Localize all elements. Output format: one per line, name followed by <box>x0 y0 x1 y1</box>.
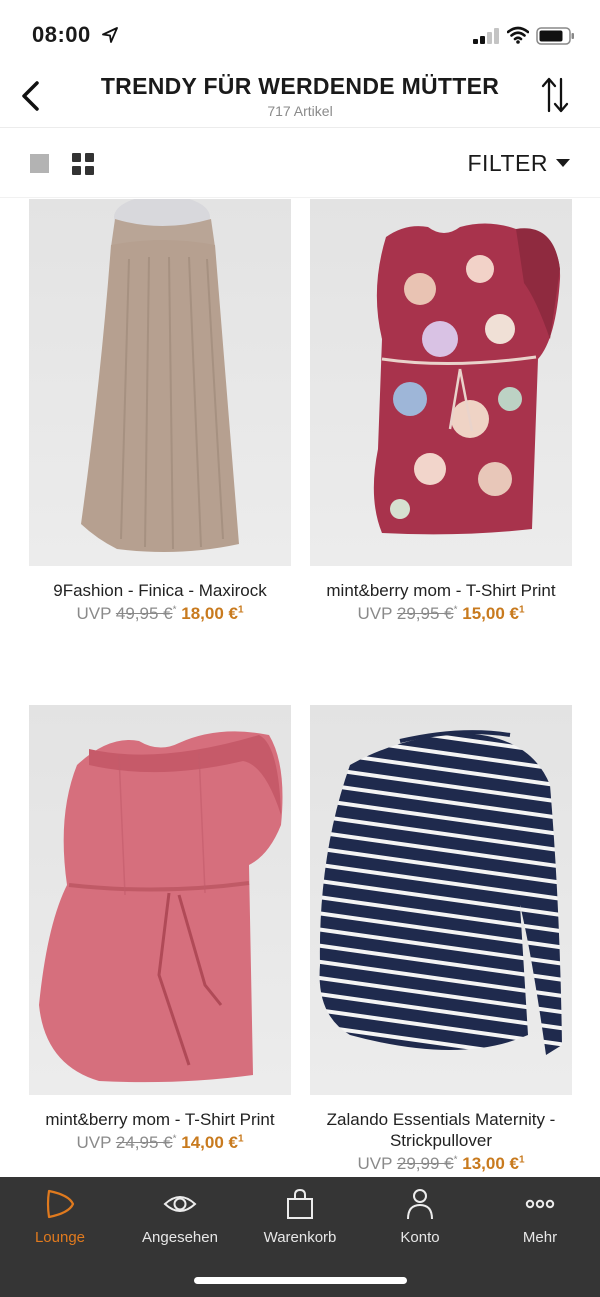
product-card[interactable]: mint&berry mom - T-Shirt Print UVP 29,95… <box>310 199 572 624</box>
page-header: TRENDY FÜR WERDENDE MÜTTER 717 Artikel <box>0 66 600 128</box>
old-price-footnote: * <box>172 604 177 616</box>
sort-button[interactable] <box>538 74 572 116</box>
bag-icon <box>287 1188 313 1219</box>
price-row: UVP 49,95 €* 18,00 €1 <box>29 604 291 624</box>
price-row: UVP 29,99 €* 13,00 €1 <box>310 1154 572 1174</box>
uvp-label: UVP <box>76 1133 112 1152</box>
old-price: 29,95 € <box>396 604 454 623</box>
nav-label: Angesehen <box>142 1229 218 1246</box>
eye-icon <box>163 1196 197 1212</box>
product-image[interactable] <box>29 705 291 1095</box>
sale-price-footnote: 1 <box>518 604 525 616</box>
nav-label: Konto <box>400 1229 440 1246</box>
sale-price-footnote: 1 <box>237 604 244 616</box>
sale-price-footnote: 1 <box>518 1154 525 1166</box>
nav-label: Lounge <box>34 1229 86 1246</box>
uvp-label: UVP <box>76 604 112 623</box>
nav-item-mehr[interactable]: Mehr <box>480 1187 600 1257</box>
product-grid: 9Fashion - Finica - Maxirock UVP 49,95 €… <box>0 199 600 1177</box>
sale-price: 18,00 € <box>181 604 238 623</box>
page-title: TRENDY FÜR WERDENDE MÜTTER <box>100 73 500 99</box>
nav-item-angesehen[interactable]: Angesehen <box>120 1187 240 1257</box>
old-price-footnote: * <box>172 1133 177 1145</box>
location-arrow-icon <box>102 27 118 43</box>
sort-arrows-icon <box>541 77 569 113</box>
sale-price: 13,00 € <box>462 1154 519 1173</box>
article-count: 717 Artikel <box>267 103 333 119</box>
uvp-label: UVP <box>357 1154 393 1173</box>
nav-item-konto[interactable]: Konto <box>360 1187 480 1257</box>
sale-price-footnote: 1 <box>237 1133 244 1145</box>
maxi-skirt-image <box>81 199 239 553</box>
product-card[interactable]: Zalando Essentials Maternity - Strickpul… <box>310 705 572 1174</box>
price-row: UVP 29,95 €* 15,00 €1 <box>310 604 572 624</box>
pink-top-image <box>39 731 283 1083</box>
nav-item-warenkorb[interactable]: Warenkorb <box>240 1187 360 1257</box>
caret-down-icon <box>556 159 570 167</box>
floral-top-image <box>373 223 561 535</box>
status-bar: 08:00 <box>0 0 600 66</box>
old-price-footnote: * <box>453 604 458 616</box>
lounge-icon <box>46 1189 75 1219</box>
view-toolbar: FILTER <box>0 128 600 198</box>
nav-label: Warenkorb <box>263 1229 337 1246</box>
product-name: 9Fashion - Finica - Maxirock <box>53 581 267 600</box>
product-image[interactable] <box>310 705 572 1095</box>
product-card[interactable]: 9Fashion - Finica - Maxirock UVP 49,95 €… <box>29 199 291 624</box>
price-row: UVP 24,95 €* 14,00 €1 <box>29 1133 291 1153</box>
battery-icon <box>536 27 574 45</box>
uvp-label: UVP <box>357 604 393 623</box>
product-image[interactable] <box>29 199 291 566</box>
old-price: 49,95 € <box>115 604 173 623</box>
home-indicator <box>194 1277 407 1284</box>
product-name: mint&berry mom - T-Shirt Print <box>326 581 556 600</box>
single-view-icon[interactable] <box>30 154 49 173</box>
old-price: 24,95 € <box>115 1133 173 1152</box>
filter-button[interactable]: FILTER <box>467 148 570 178</box>
product-image[interactable] <box>310 199 572 566</box>
nav-label: Mehr <box>522 1229 558 1246</box>
nav-item-lounge[interactable]: Lounge <box>0 1187 120 1257</box>
sale-price: 14,00 € <box>181 1133 238 1152</box>
striped-sweater-image <box>319 730 562 1055</box>
product-name: Zalando Essentials Maternity - Strickpul… <box>326 1110 556 1150</box>
old-price: 29,99 € <box>396 1154 454 1173</box>
user-icon <box>407 1189 433 1220</box>
status-time: 08:00 <box>32 22 91 47</box>
signal-icon <box>473 28 499 44</box>
product-name: mint&berry mom - T-Shirt Print <box>45 1110 275 1129</box>
sale-price: 15,00 € <box>462 604 519 623</box>
old-price-footnote: * <box>453 1154 458 1166</box>
filter-label: FILTER <box>467 149 548 176</box>
grid-view-icon[interactable] <box>72 153 94 175</box>
product-card[interactable]: mint&berry mom - T-Shirt Print UVP 24,95… <box>29 705 291 1153</box>
wifi-icon <box>507 26 529 44</box>
more-icon <box>525 1199 555 1209</box>
